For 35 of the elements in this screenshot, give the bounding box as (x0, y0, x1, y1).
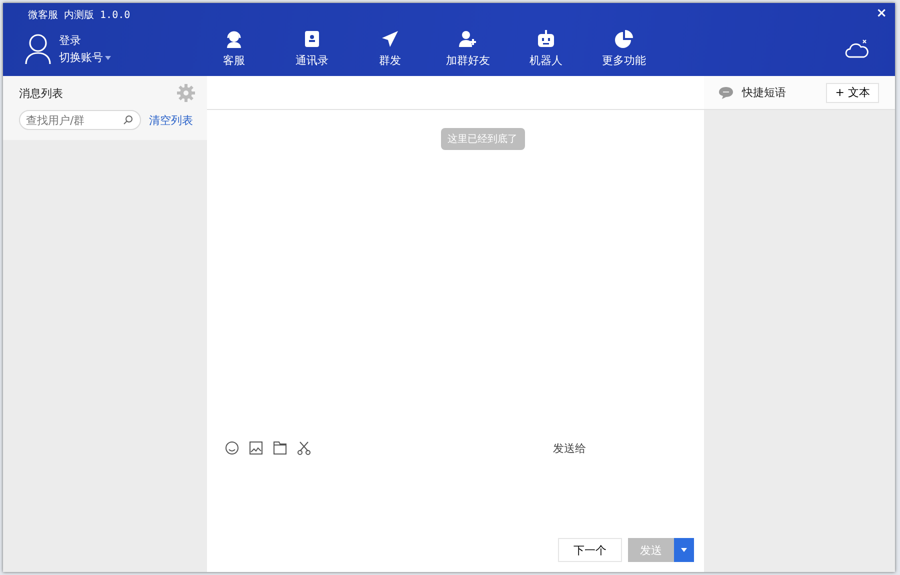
window-title: 微客服 内测版 1.0.0 (27, 8, 130, 22)
search-icon (123, 115, 133, 125)
close-button[interactable]: × (876, 6, 887, 21)
send-options-button[interactable] (674, 538, 694, 562)
scissors-icon[interactable] (297, 441, 311, 455)
nav-button[interactable]: 群发 (351, 30, 429, 68)
send-to-label: 发送给 (553, 440, 586, 456)
user-avatar-icon (25, 33, 51, 65)
nav-button[interactable]: 更多功能 (585, 30, 663, 68)
nav-button[interactable]: 通讯录 (273, 30, 351, 68)
nav-button[interactable]: 机器人 (507, 30, 585, 68)
search-field[interactable]: 查找用户/群 (19, 110, 141, 130)
caret-icon (105, 56, 111, 60)
add-user-icon (459, 30, 477, 48)
caret-icon (681, 548, 687, 552)
pie-chart-icon (615, 30, 633, 48)
switch-account-dropdown[interactable]: 切换账号 (59, 50, 111, 65)
next-button[interactable]: 下一个 (558, 538, 622, 562)
folder-icon[interactable] (273, 441, 287, 455)
panel-title: 消息列表 (19, 86, 63, 100)
login-link[interactable]: 登录 (59, 33, 111, 48)
add-text-button[interactable]: + 文本 (826, 82, 879, 102)
chat-bubble-icon (718, 86, 734, 100)
nav-button[interactable]: 加群好友 (429, 30, 507, 68)
contact-card-icon (303, 30, 321, 48)
nav-button[interactable]: 客服 (195, 30, 273, 68)
image-icon[interactable] (249, 441, 263, 455)
panel-title: 快捷短语 (742, 85, 786, 100)
cloud-icon (845, 39, 869, 59)
smiley-icon[interactable] (225, 441, 239, 455)
paper-plane-icon (381, 30, 399, 48)
notice-label: 这里已经到底了 (440, 128, 524, 150)
robot-icon (537, 30, 555, 48)
clear-list-link[interactable]: 清空列表 (149, 112, 193, 128)
headset-icon (225, 30, 243, 48)
